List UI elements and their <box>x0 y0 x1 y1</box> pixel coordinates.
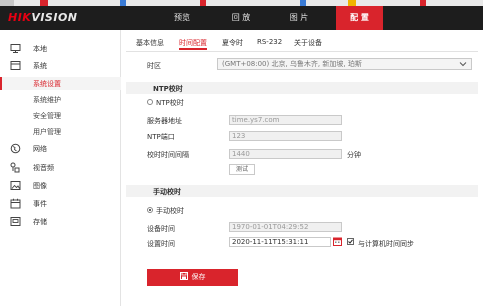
set-time-field[interactable]: 2020-11-11T15:31:11 <box>229 237 331 247</box>
interval-unit-label: 分钟 <box>347 151 361 159</box>
tab-dst[interactable]: 夏令时 <box>222 38 243 50</box>
checkmark-icon <box>348 239 353 244</box>
ntp-port-label: NTP端口 <box>147 133 175 141</box>
image-icon <box>10 181 21 190</box>
monitor-icon <box>10 44 21 53</box>
tab-rs232[interactable]: RS-232 <box>257 38 282 50</box>
sidebar-item-label: 系统设置 <box>33 80 61 88</box>
test-button[interactable]: 测试 <box>229 164 255 175</box>
sidebar-item-network[interactable]: 网络 <box>0 141 121 156</box>
save-button-label: 保存 <box>191 273 206 281</box>
sidebar-item-label: 本地 <box>33 45 47 53</box>
globe-icon <box>10 143 21 154</box>
server-address-field[interactable]: time.ys7.com <box>229 115 342 125</box>
sidebar-item-local[interactable]: 本地 <box>0 41 121 56</box>
server-address-label: 服务器地址 <box>147 117 182 125</box>
sidebar-item-event[interactable]: 事件 <box>0 196 121 211</box>
hikvision-logo: HIKVISION <box>8 11 78 24</box>
ntp-radio[interactable] <box>147 99 153 105</box>
tabs-divider <box>126 51 478 52</box>
sync-interval-label: 校时时间间隔 <box>147 151 189 159</box>
tab-time-settings[interactable]: 时间配置 <box>179 38 207 50</box>
storage-icon <box>10 217 21 226</box>
nav-playback[interactable]: 回 放 <box>218 6 264 30</box>
save-button[interactable]: 保存 <box>147 269 238 286</box>
ntp-section-title: NTP校时 <box>153 85 183 93</box>
manual-radio[interactable] <box>147 207 153 213</box>
device-time-field: 1970-01-01T04:29:52 <box>229 222 342 232</box>
sidebar-item-audio-video[interactable]: 视音频 <box>0 160 121 175</box>
save-icon <box>179 272 188 280</box>
manual-section-header: 手动校时 <box>126 185 478 197</box>
tab-basic-info[interactable]: 基本信息 <box>136 38 164 50</box>
tab-about-device[interactable]: 关于设备 <box>294 38 322 50</box>
manual-radio-label: 手动校时 <box>156 207 184 215</box>
ntp-section-header: NTP校时 <box>126 82 478 94</box>
sidebar-item-storage[interactable]: 存储 <box>0 214 121 229</box>
sidebar-item-label: 系统维护 <box>33 96 61 104</box>
chevron-down-icon <box>459 62 467 67</box>
sidebar-item-label: 网络 <box>33 145 47 153</box>
sidebar-item-security[interactable]: 安全管理 <box>0 109 121 122</box>
device-time-label: 设备时间 <box>147 225 175 233</box>
sidebar-item-label: 安全管理 <box>33 112 61 120</box>
sync-with-pc-label: 与计算机时间同步 <box>358 240 414 248</box>
sidebar-item-label: 图像 <box>33 182 47 190</box>
sync-interval-field[interactable]: 1440 <box>229 149 342 159</box>
sidebar-item-label: 事件 <box>33 200 47 208</box>
nav-preview[interactable]: 预览 <box>162 6 202 30</box>
sync-with-pc-checkbox[interactable] <box>347 238 354 245</box>
timezone-label: 时区 <box>147 62 161 70</box>
sidebar-item-user-management[interactable]: 用户管理 <box>0 125 121 138</box>
manual-section-title: 手动校时 <box>153 188 181 196</box>
calendar-icon <box>10 198 21 209</box>
timezone-value: (GMT+08:00) 北京, 乌鲁木齐, 新加坡, 珀斯 <box>222 60 362 68</box>
timezone-select[interactable]: (GMT+08:00) 北京, 乌鲁木齐, 新加坡, 珀斯 <box>217 58 472 70</box>
sidebar-item-image[interactable]: 图像 <box>0 178 121 193</box>
set-time-label: 设置时间 <box>147 240 175 248</box>
ntp-radio-label: NTP校时 <box>156 99 184 107</box>
sidebar-item-label: 视音频 <box>33 164 54 172</box>
sidebar: 本地 系统 系统设置 系统维护 安全管理 用户管理 网络 视音频 图像 事件 存… <box>0 30 121 306</box>
sidebar-item-system-maintenance[interactable]: 系统维护 <box>0 93 121 106</box>
app-window: HIKVISION 预览 回 放 图 片 配 置 本地 系统 系统设置 系统维护… <box>0 0 483 306</box>
calendar-picker-icon[interactable] <box>333 237 342 246</box>
audio-video-icon <box>10 162 20 173</box>
sidebar-item-label: 存储 <box>33 218 47 226</box>
top-header: HIKVISION 预览 回 放 图 片 配 置 <box>0 6 483 30</box>
system-icon <box>10 61 21 70</box>
nav-configuration[interactable]: 配 置 <box>336 6 383 30</box>
ntp-port-field[interactable]: 123 <box>229 131 342 141</box>
sidebar-item-label: 系统 <box>33 62 47 70</box>
sidebar-item-system[interactable]: 系统 <box>0 58 121 73</box>
sidebar-item-system-settings[interactable]: 系统设置 <box>0 77 121 90</box>
nav-picture[interactable]: 图 片 <box>276 6 322 30</box>
sidebar-item-label: 用户管理 <box>33 128 61 136</box>
